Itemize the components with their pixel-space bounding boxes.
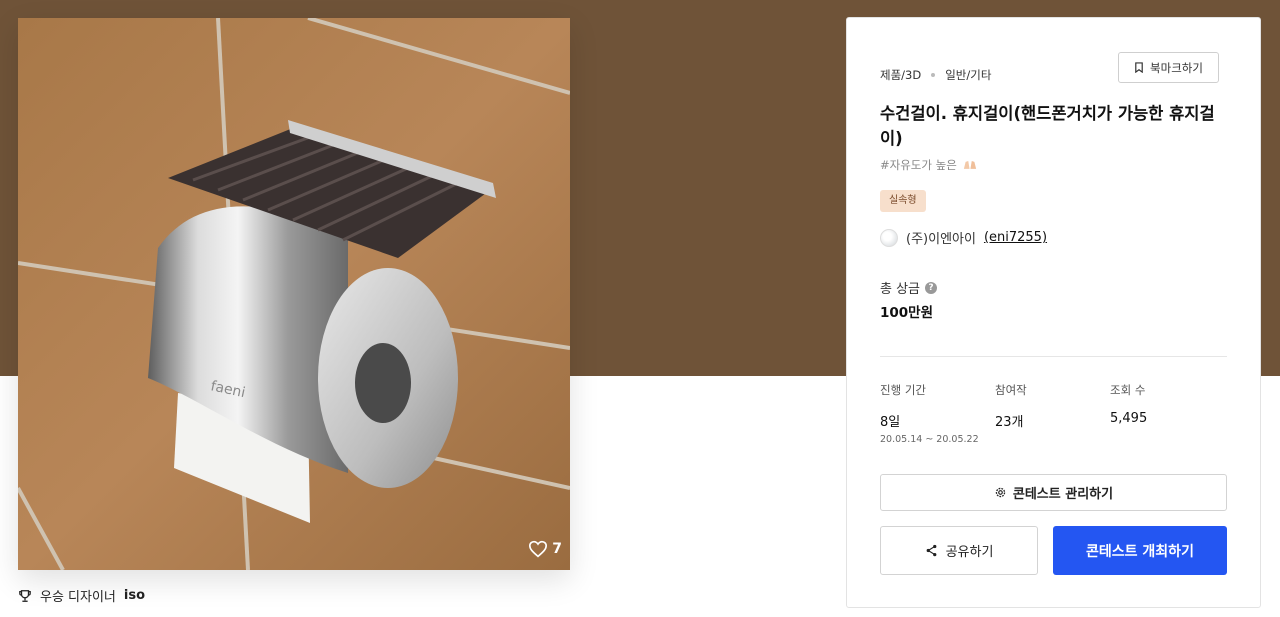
divider [880,356,1227,357]
contest-info-panel: 제품/3D 일반/기타 북마크하기 수건걸이. 휴지걸이(핸드폰거치가 가능한 … [846,17,1261,608]
help-icon[interactable]: ? [925,281,938,294]
breadcrumb-separator [931,73,936,77]
views-label: 조회 수 [1110,383,1146,397]
host-handle-link[interactable]: (eni7255) [984,230,1047,245]
heart-outline-icon [529,540,548,558]
host-name[interactable]: (주)이엔아이 [906,228,976,247]
tagline-text: #자유도가 높은 [880,158,957,172]
winner-name[interactable]: iso [124,588,145,603]
winner-designer: 우승 디자이너 iso [18,586,145,605]
bookmark-button[interactable]: 북마크하기 [1118,52,1219,83]
gear-icon [995,487,1006,498]
winner-label: 우승 디자이너 [40,590,116,605]
stat-duration: 진행 기간 8일 20.05.14 ~ 20.05.22 [880,382,990,445]
like-button[interactable]: 7 [528,540,562,558]
duration-value: 8일 [880,415,901,430]
host-contest-button[interactable]: 콘테스트 개최하기 [1053,526,1227,575]
views-value: 5,495 [1110,411,1148,426]
contest-tagline: #자유도가 높은 [880,157,977,173]
manage-contest-label: 콘테스트 관리하기 [1012,487,1114,502]
host-info: (주)이엔아이 (eni7255) [880,228,1047,247]
host-avatar[interactable] [880,228,898,247]
share-label: 공유하기 [945,545,994,560]
prize-label: 총 상금 [880,282,921,297]
trophy-icon [19,589,31,602]
participants-value: 23개 [995,415,1024,430]
host-contest-label: 콘테스트 개최하기 [1086,543,1194,560]
toilet-paper-holder-image: faeni [18,18,570,570]
duration-range: 20.05.14 ~ 20.05.22 [880,434,979,445]
subcategory-link[interactable]: 일반/기타 [945,67,991,83]
like-count: 7 [552,541,562,557]
duration-label: 진행 기간 [880,383,926,397]
prize-value: 100만원 [880,305,934,321]
manage-contest-button[interactable]: 콘테스트 관리하기 [880,474,1227,511]
prize-label-row: 총 상금 ? [880,278,938,297]
category-breadcrumb: 제품/3D 일반/기타 [880,67,991,83]
contest-type-badge: 실속형 [880,190,926,212]
stat-views: 조회 수 5,495 [1110,382,1220,426]
stat-participants: 참여작 23개 [995,382,1105,430]
hands-emoji-icon [964,161,977,169]
contest-main-image[interactable]: faeni 7 [18,18,570,570]
share-icon [926,544,936,557]
bookmark-label: 북마크하기 [1150,60,1203,75]
category-link[interactable]: 제품/3D [880,67,921,83]
contest-title: 수건걸이. 휴지걸이(핸드폰거치가 가능한 휴지걸이) [880,104,1215,148]
share-button[interactable]: 공유하기 [880,526,1038,575]
participants-label: 참여작 [995,383,1027,397]
bookmark-icon [1135,62,1143,73]
